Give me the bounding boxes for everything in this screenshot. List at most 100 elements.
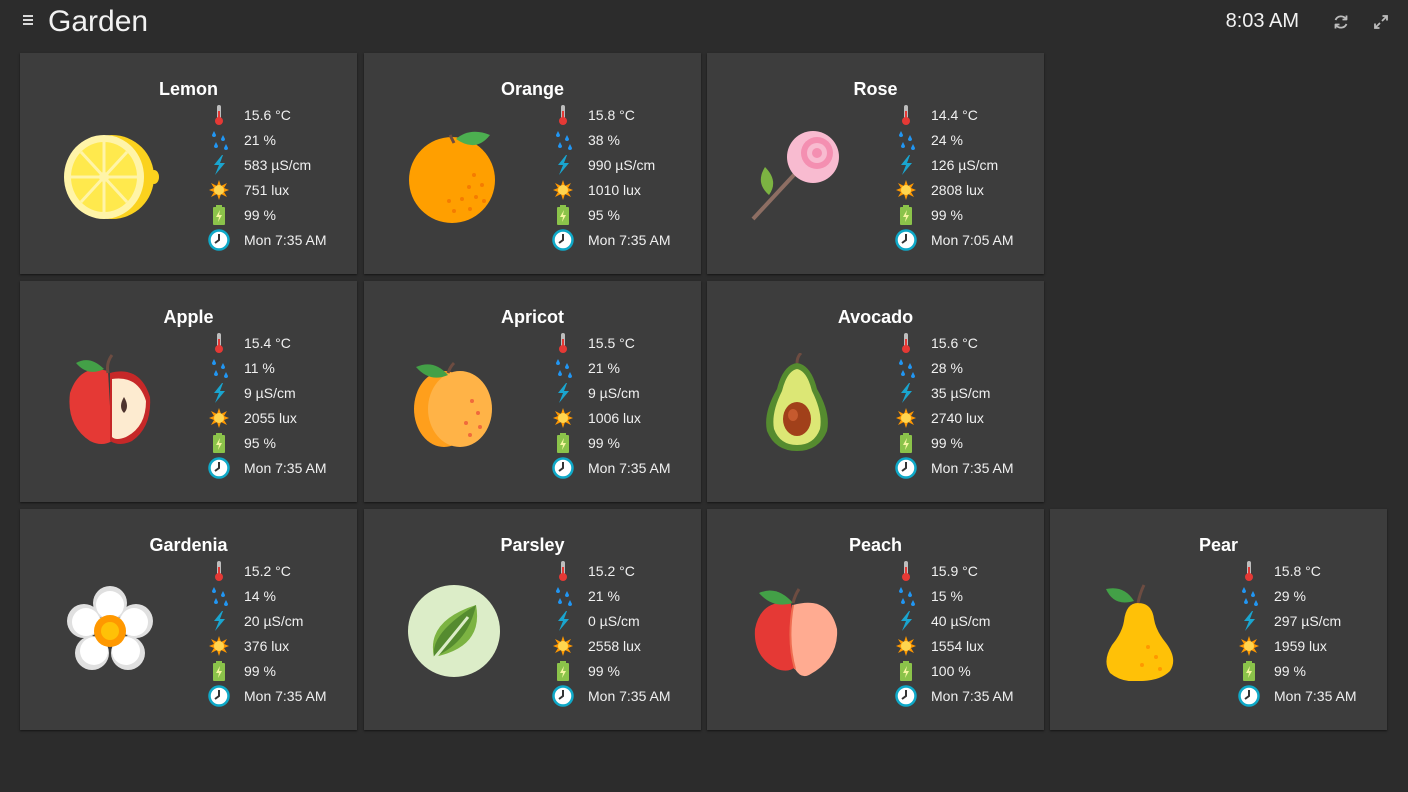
moisture-row: 28 % xyxy=(895,355,1045,380)
battery-icon xyxy=(552,432,574,454)
thermometer-icon xyxy=(895,560,917,582)
battery-row: 99 % xyxy=(208,202,358,227)
conductivity-row: 20 µS/cm xyxy=(208,608,358,633)
droplets-icon xyxy=(208,357,230,379)
battery-value: 99 % xyxy=(931,207,963,223)
battery-row: 99 % xyxy=(208,658,358,683)
sun-icon xyxy=(552,635,574,657)
droplets-icon xyxy=(895,585,917,607)
plant-card-parsley[interactable]: Parsley 15.2 °C 21 % 0 µS/cm 2558 lux 99… xyxy=(364,509,701,730)
clock-icon xyxy=(1238,685,1260,707)
moisture-value: 24 % xyxy=(931,132,963,148)
plant-name: Avocado xyxy=(837,307,914,327)
plant-name: Apricot xyxy=(501,307,564,327)
battery-icon xyxy=(895,204,917,226)
plant-card-avocado[interactable]: Avocado 15.6 °C 28 % 35 µS/cm 2740 lux 9… xyxy=(707,281,1044,502)
battery-row: 95 % xyxy=(552,202,702,227)
light-row: 1554 lux xyxy=(895,633,1045,658)
battery-row: 99 % xyxy=(552,658,702,683)
sun-icon xyxy=(552,407,574,429)
temperature-value: 14.4 °C xyxy=(931,107,978,123)
droplets-icon xyxy=(552,129,574,151)
moisture-value: 11 % xyxy=(244,360,275,376)
temperature-value: 15.6 °C xyxy=(244,107,291,123)
plant-name: Rose xyxy=(853,79,898,99)
clock-icon xyxy=(895,229,917,251)
temperature-row: 15.8 °C xyxy=(1238,558,1388,583)
updated-row: Mon 7:35 AM xyxy=(552,455,702,480)
plant-card-pear[interactable]: Pear 15.8 °C 29 % 297 µS/cm 1959 lux 99 … xyxy=(1050,509,1387,730)
temperature-row: 15.4 °C xyxy=(208,330,358,355)
temperature-row: 15.2 °C xyxy=(552,558,702,583)
updated-row: Mon 7:35 AM xyxy=(208,455,358,480)
light-value: 2055 lux xyxy=(244,410,297,426)
plant-card-rose[interactable]: Rose 14.4 °C 24 % 126 µS/cm 2808 lux 99 … xyxy=(707,53,1044,274)
conductivity-row: 990 µS/cm xyxy=(552,152,702,177)
droplets-icon xyxy=(552,357,574,379)
plant-card-lemon[interactable]: Lemon 15.6 °C 21 % 583 µS/cm 751 lux 99 … xyxy=(20,53,357,274)
plant-card-orange[interactable]: Orange 15.8 °C 38 % 990 µS/cm 1010 lux 9… xyxy=(364,53,701,274)
conductivity-row: 9 µS/cm xyxy=(208,380,358,405)
moisture-value: 28 % xyxy=(931,360,963,376)
moisture-value: 14 % xyxy=(244,588,276,604)
sun-icon xyxy=(208,179,230,201)
light-row: 1959 lux xyxy=(1238,633,1388,658)
lightning-icon xyxy=(895,610,917,632)
updated-row: Mon 7:35 AM xyxy=(552,683,702,708)
conductivity-row: 126 µS/cm xyxy=(895,152,1045,177)
battery-row: 99 % xyxy=(552,430,702,455)
sun-icon xyxy=(895,407,917,429)
conductivity-row: 0 µS/cm xyxy=(552,608,702,633)
light-row: 376 lux xyxy=(208,633,358,658)
light-value: 2808 lux xyxy=(931,182,984,198)
gardenia-flower-icon xyxy=(60,581,160,681)
conductivity-value: 40 µS/cm xyxy=(931,613,991,629)
refresh-icon[interactable] xyxy=(1332,13,1350,31)
moisture-value: 21 % xyxy=(588,360,620,376)
plant-card-apple[interactable]: Apple 15.4 °C 11 % 9 µS/cm 2055 lux 95 %… xyxy=(20,281,357,502)
fullscreen-icon[interactable] xyxy=(1372,13,1390,31)
moisture-row: 38 % xyxy=(552,127,702,152)
parsley-leaf-icon xyxy=(404,581,504,681)
temperature-value: 15.5 °C xyxy=(588,335,635,351)
plant-card-apricot[interactable]: Apricot 15.5 °C 21 % 9 µS/cm 1006 lux 99… xyxy=(364,281,701,502)
sun-icon xyxy=(1238,635,1260,657)
battery-row: 100 % xyxy=(895,658,1045,683)
thermometer-icon xyxy=(552,104,574,126)
droplets-icon xyxy=(552,585,574,607)
rose-icon xyxy=(747,125,847,225)
temperature-row: 15.5 °C xyxy=(552,330,702,355)
thermometer-icon xyxy=(895,104,917,126)
battery-icon xyxy=(208,660,230,682)
hamburger-icon[interactable] xyxy=(20,12,36,28)
updated-value: Mon 7:35 AM xyxy=(244,232,327,248)
plant-card-peach[interactable]: Peach 15.9 °C 15 % 40 µS/cm 1554 lux 100… xyxy=(707,509,1044,730)
battery-icon xyxy=(895,432,917,454)
temperature-row: 15.6 °C xyxy=(208,102,358,127)
plant-card-gardenia[interactable]: Gardenia 15.2 °C 14 % 20 µS/cm 376 lux 9… xyxy=(20,509,357,730)
updated-row: Mon 7:05 AM xyxy=(895,227,1045,252)
conductivity-row: 583 µS/cm xyxy=(208,152,358,177)
lightning-icon xyxy=(208,154,230,176)
droplets-icon xyxy=(1238,585,1260,607)
battery-value: 99 % xyxy=(244,663,276,679)
moisture-value: 21 % xyxy=(588,588,620,604)
pear-icon xyxy=(1090,581,1190,682)
light-value: 1554 lux xyxy=(931,638,984,654)
conductivity-row: 40 µS/cm xyxy=(895,608,1045,633)
battery-icon xyxy=(208,432,230,454)
light-row: 1010 lux xyxy=(552,177,702,202)
clock-icon xyxy=(552,229,574,251)
moisture-value: 21 % xyxy=(244,132,276,148)
temperature-row: 14.4 °C xyxy=(895,102,1045,127)
battery-row: 95 % xyxy=(208,430,358,455)
plant-name: Orange xyxy=(500,79,565,99)
page-title: Garden xyxy=(48,5,149,38)
battery-value: 100 % xyxy=(931,663,971,679)
thermometer-icon xyxy=(552,560,574,582)
battery-row: 99 % xyxy=(895,430,1045,455)
clock-icon xyxy=(895,685,917,707)
updated-row: Mon 7:35 AM xyxy=(895,683,1045,708)
temperature-value: 15.9 °C xyxy=(931,563,978,579)
conductivity-value: 20 µS/cm xyxy=(244,613,304,629)
